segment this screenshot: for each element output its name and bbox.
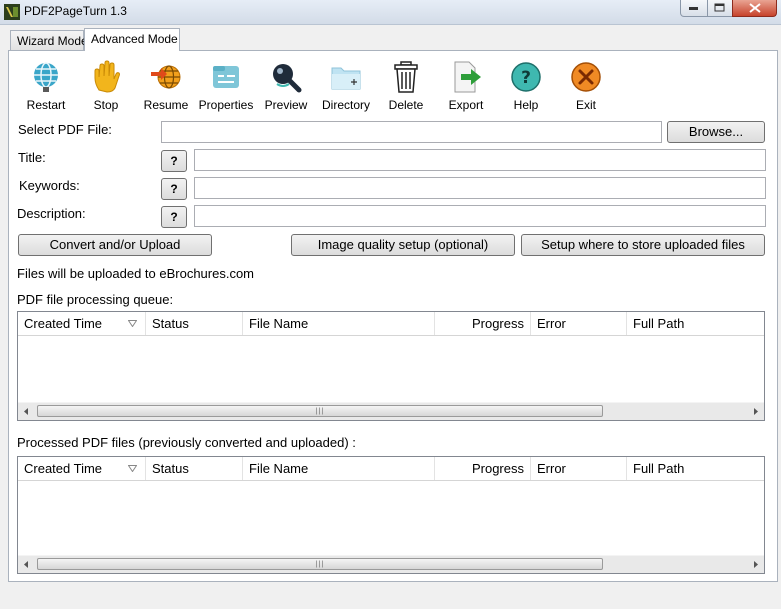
queue-scroll-thumb[interactable]: |||: [37, 405, 603, 417]
processed-col-full-path[interactable]: Full Path: [627, 457, 764, 480]
queue-col-status[interactable]: Status: [146, 312, 243, 335]
export-label: Export: [448, 98, 484, 112]
preview-icon: [273, 64, 302, 93]
processed-grid[interactable]: Created Time Status File Name Progress E…: [17, 456, 765, 574]
stop-label: Stop: [93, 98, 119, 112]
select-pdf-input[interactable]: [161, 121, 662, 143]
upload-info-text: Files will be uploaded to eBrochures.com: [17, 266, 255, 281]
queue-col-error[interactable]: Error: [531, 312, 627, 335]
minimize-icon: [689, 7, 698, 10]
hand-stop-icon: [94, 60, 120, 93]
directory-button[interactable]: Directory: [316, 60, 376, 112]
queue-col-created-time[interactable]: Created Time: [18, 312, 146, 335]
stop-button[interactable]: Stop: [76, 60, 136, 112]
help-icon: ?: [511, 62, 541, 92]
preview-button[interactable]: Preview: [256, 60, 316, 112]
queue-heading: PDF file processing queue:: [17, 292, 174, 307]
queue-col-file-name[interactable]: File Name: [243, 312, 435, 335]
restart-label: Restart: [26, 98, 66, 112]
resume-icon: [151, 65, 181, 89]
keywords-label: Keywords:: [19, 178, 80, 193]
processed-col-file-name[interactable]: File Name: [243, 457, 435, 480]
preview-label: Preview: [264, 98, 308, 112]
svg-text:?: ?: [521, 68, 531, 88]
processed-scroll-thumb[interactable]: |||: [37, 558, 603, 570]
scroll-right-icon[interactable]: [747, 403, 764, 420]
directory-label: Directory: [321, 98, 370, 112]
storage-setup-button[interactable]: Setup where to store uploaded files: [521, 234, 765, 256]
window-title: PDF2PageTurn 1.3: [24, 4, 127, 18]
processed-grid-header: Created Time Status File Name Progress E…: [18, 457, 764, 481]
keywords-input[interactable]: [194, 177, 766, 199]
queue-col-progress[interactable]: Progress: [435, 312, 531, 335]
queue-grid-header: Created Time Status File Name Progress E…: [18, 312, 764, 336]
title-help-button[interactable]: ?: [161, 150, 187, 172]
keywords-help-button[interactable]: ?: [161, 178, 187, 200]
tab-wizard-mode[interactable]: Wizard Mode: [10, 30, 88, 50]
properties-button[interactable]: Properties: [196, 60, 256, 112]
minimize-button[interactable]: [680, 0, 708, 17]
folder-icon: [331, 67, 361, 90]
app-logo-icon: [4, 4, 20, 20]
description-input[interactable]: [194, 205, 766, 227]
properties-icon: [213, 66, 239, 88]
resume-button[interactable]: Resume: [136, 60, 196, 112]
export-button[interactable]: Export: [436, 60, 496, 112]
processed-hscrollbar[interactable]: |||: [18, 555, 764, 573]
title-bar[interactable]: PDF2PageTurn 1.3: [0, 0, 781, 25]
maximize-button[interactable]: [707, 0, 733, 17]
scroll-left-icon[interactable]: [18, 403, 35, 420]
export-icon: [454, 61, 481, 93]
description-help-button[interactable]: ?: [161, 206, 187, 228]
queue-hscrollbar[interactable]: |||: [18, 402, 764, 420]
convert-upload-button[interactable]: Convert and/or Upload: [18, 234, 212, 256]
exit-button[interactable]: Exit: [556, 60, 616, 112]
scroll-left-icon[interactable]: [18, 556, 35, 573]
queue-grid[interactable]: Created Time Status File Name Progress E…: [17, 311, 765, 421]
exit-icon: [571, 62, 601, 92]
close-button[interactable]: [732, 0, 777, 17]
select-pdf-label: Select PDF File:: [18, 122, 112, 137]
maximize-icon: [714, 3, 725, 12]
processed-heading: Processed PDF files (previously converte…: [17, 435, 356, 450]
close-icon: [748, 3, 761, 13]
processed-col-created-time[interactable]: Created Time: [18, 457, 146, 480]
queue-col-full-path[interactable]: Full Path: [627, 312, 764, 335]
exit-label: Exit: [575, 98, 596, 112]
restart-button[interactable]: Restart: [16, 60, 76, 112]
delete-label: Delete: [388, 98, 424, 112]
processed-col-created-time-label: Created Time: [24, 461, 103, 476]
help-label: Help: [513, 98, 539, 112]
sort-icon: [128, 465, 137, 472]
properties-label: Properties: [198, 98, 254, 112]
browse-button[interactable]: Browse...: [667, 121, 765, 143]
resume-label: Resume: [143, 98, 189, 112]
delete-button[interactable]: Delete: [376, 60, 436, 112]
queue-col-created-time-label: Created Time: [24, 316, 103, 331]
sort-icon: [128, 320, 137, 327]
processed-col-status[interactable]: Status: [146, 457, 243, 480]
processed-col-error[interactable]: Error: [531, 457, 627, 480]
scroll-right-icon[interactable]: [747, 556, 764, 573]
globe-restart-icon: [34, 62, 58, 92]
processed-col-progress[interactable]: Progress: [435, 457, 531, 480]
help-button[interactable]: ? Help: [496, 60, 556, 112]
tab-advanced-mode[interactable]: Advanced Mode: [84, 28, 180, 51]
title-input[interactable]: [194, 149, 766, 171]
description-label: Description:: [17, 206, 86, 221]
title-label: Title:: [18, 150, 46, 165]
trash-icon: [394, 61, 418, 93]
image-quality-button[interactable]: Image quality setup (optional): [291, 234, 515, 256]
